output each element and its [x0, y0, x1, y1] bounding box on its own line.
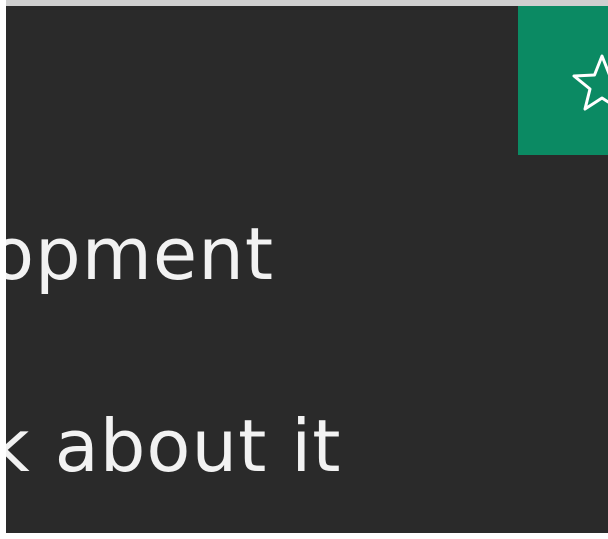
dark-content-panel: opment k about it	[6, 6, 608, 533]
menu-item-text[interactable]: k about it	[6, 410, 341, 482]
star-outline-icon	[572, 54, 608, 111]
favorite-star-button[interactable]	[518, 6, 608, 155]
menu-item-text[interactable]: opment	[6, 218, 274, 290]
